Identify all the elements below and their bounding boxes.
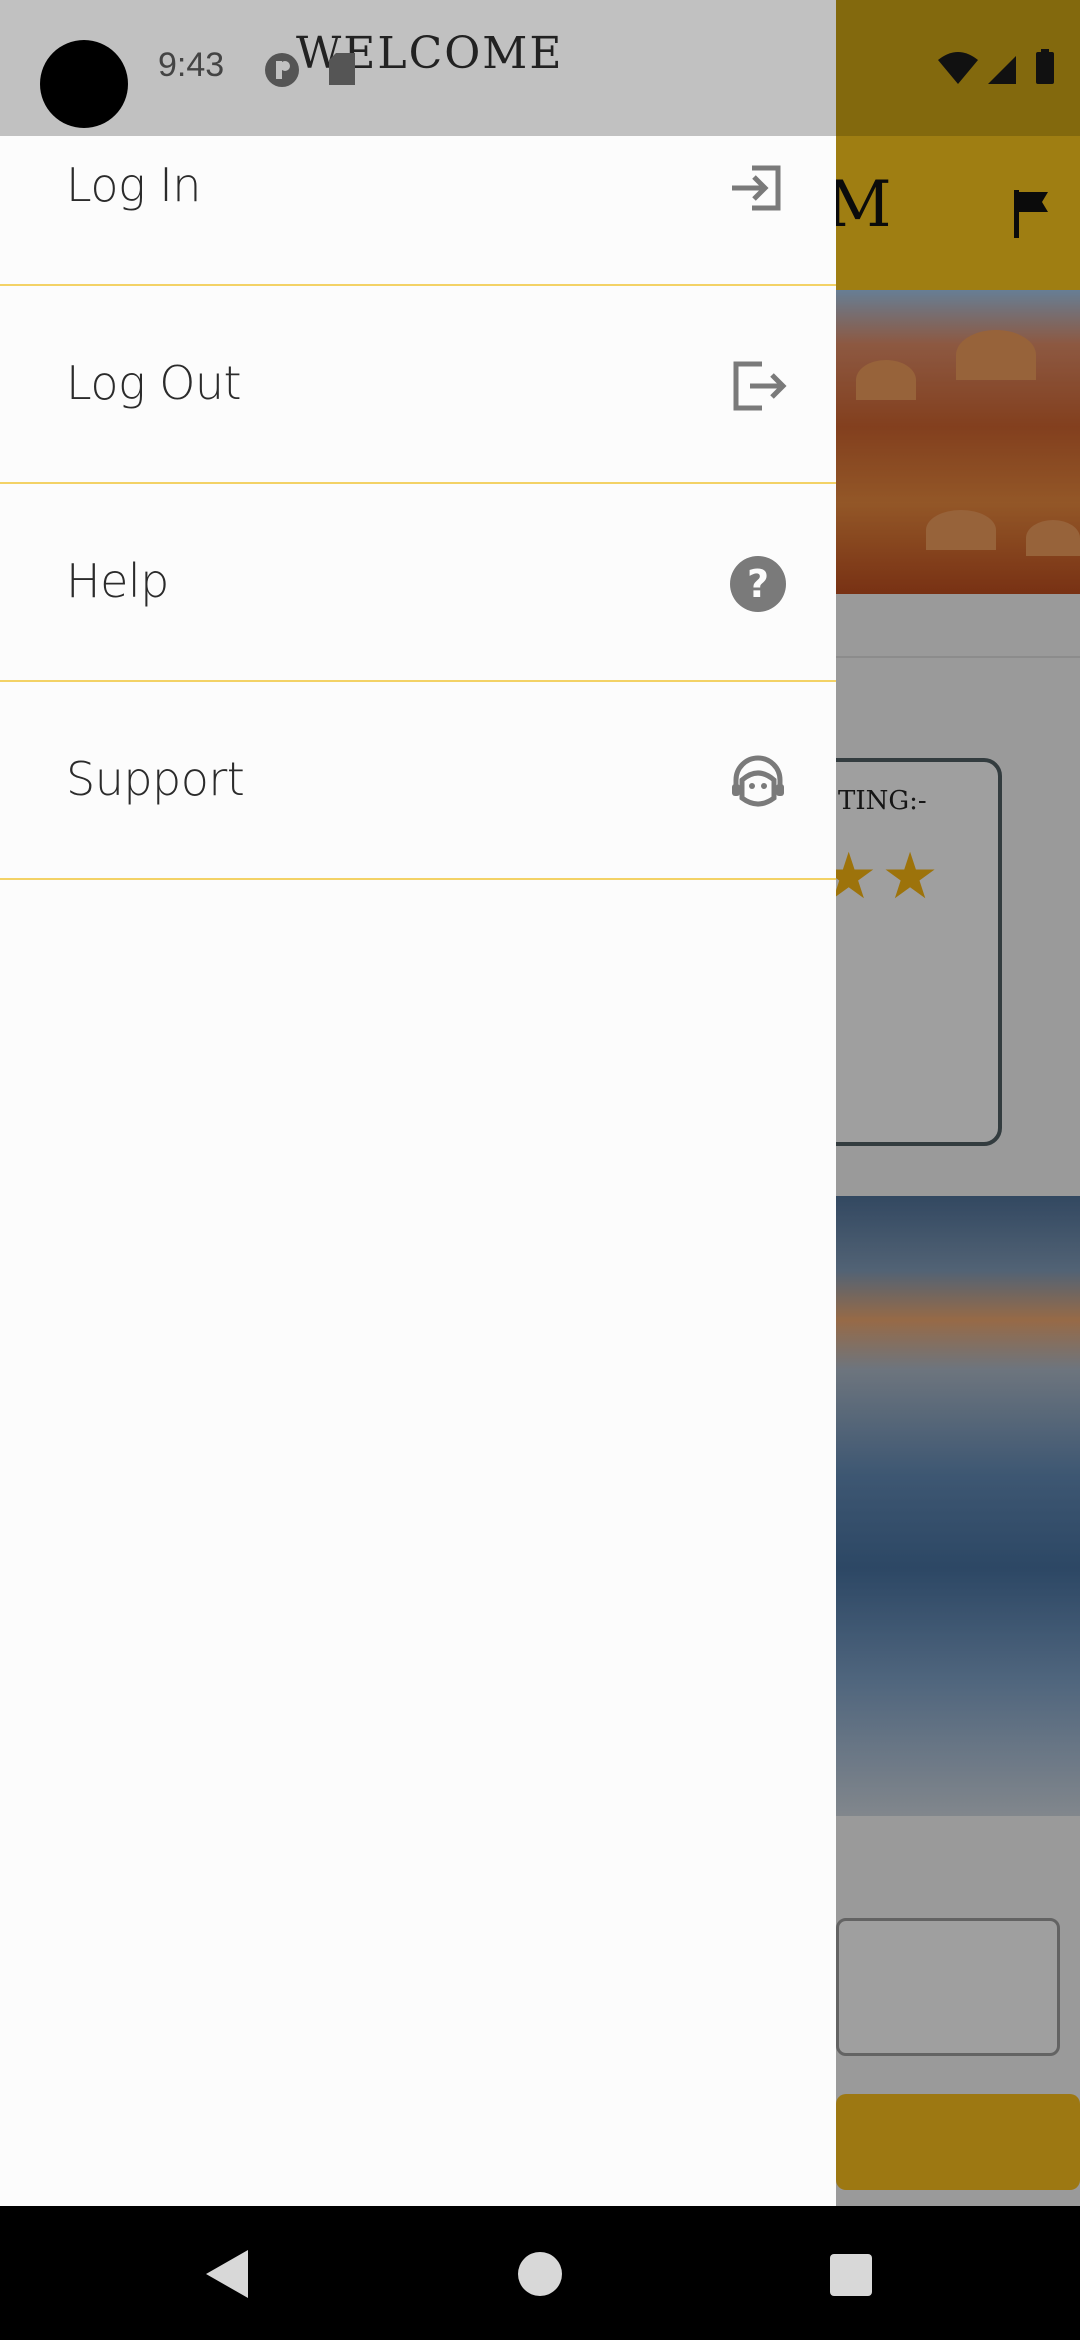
help-icon: ? [730,556,786,612]
menu-item-label: Support [66,752,245,806]
menu-item-label: Log Out [66,356,242,410]
camera-cutout [40,40,128,128]
menu-item-support[interactable]: Support [0,682,836,880]
home-icon[interactable] [518,2252,562,2296]
menu-item-label: Log In [66,158,201,212]
menu-item-log-in[interactable]: Log In [0,90,836,286]
sd-card-icon [329,53,355,85]
login-icon [732,165,781,211]
wifi-icon [938,52,978,84]
notification-app-icon [265,53,299,87]
cellular-signal-icon [988,56,1016,84]
menu-item-log-out[interactable]: Log Out [0,286,836,484]
menu-item-label: Help [66,554,169,608]
status-icons [938,49,1054,84]
recents-icon[interactable] [830,2254,872,2296]
svg-text:?: ? [747,562,769,606]
support-agent-icon [732,755,784,807]
navigation-drawer: WELCOME Log In Log Out Help ? Support [0,0,836,2206]
logout-icon [733,361,787,411]
status-time: 9:43 [158,46,225,84]
back-icon[interactable] [200,2246,252,2302]
menu-item-help[interactable]: Help ? [0,484,836,682]
battery-icon [1036,52,1054,84]
